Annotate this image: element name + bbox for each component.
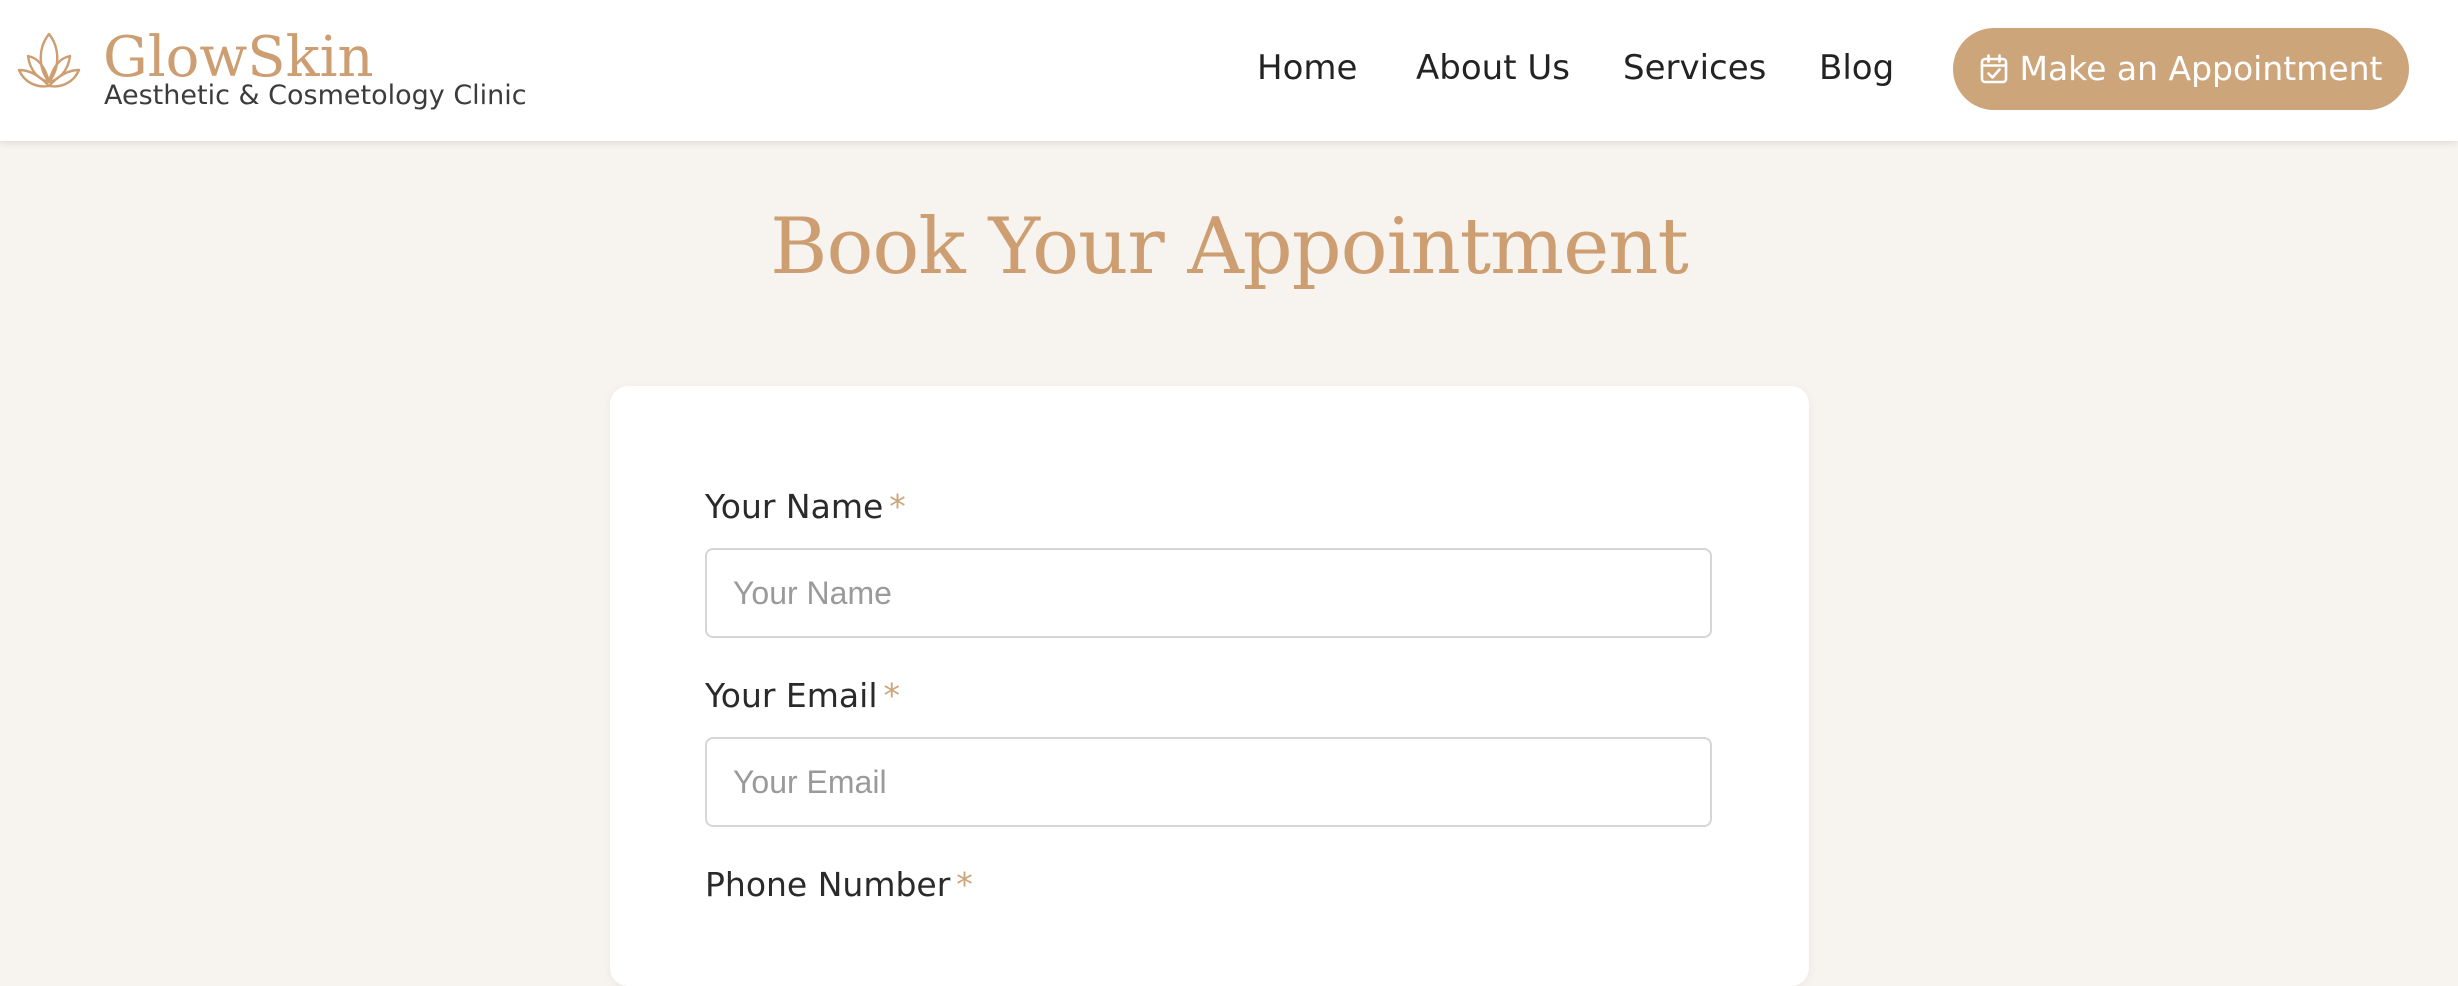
brand-tagline: Aesthetic & Cosmetology Clinic bbox=[104, 80, 527, 111]
email-input[interactable] bbox=[705, 737, 1712, 827]
nav-link-services[interactable]: Services bbox=[1623, 46, 1766, 90]
nav-link-about-us[interactable]: About Us bbox=[1416, 46, 1570, 90]
name-label-text: Your Name bbox=[705, 487, 884, 526]
phone-field-label: Phone Number * bbox=[705, 864, 973, 906]
page-title: Book Your Appointment bbox=[770, 202, 1689, 292]
email-label-text: Your Email bbox=[705, 676, 878, 715]
required-marker: * bbox=[956, 865, 973, 904]
required-marker: * bbox=[889, 487, 906, 526]
lotus-icon bbox=[17, 32, 81, 88]
nav-link-blog[interactable]: Blog bbox=[1819, 46, 1894, 90]
name-input[interactable] bbox=[705, 548, 1712, 638]
appointment-form: Your Name* Your Email* Phone Number* bbox=[610, 386, 1809, 986]
email-field-label: Your Email * bbox=[705, 675, 900, 717]
calendar-check-icon bbox=[1981, 54, 2008, 84]
required-marker: * bbox=[883, 676, 901, 715]
name-field-label: Your Name * bbox=[705, 486, 906, 528]
site-header: GlowSkin Aesthetic & Cosmetology Clinic … bbox=[0, 0, 2458, 141]
phone-label-text: Phone Number bbox=[705, 865, 951, 904]
nav-link-home[interactable]: Home bbox=[1257, 46, 1357, 90]
make-appointment-label: Make an Appointment bbox=[2019, 49, 2383, 88]
make-appointment-button[interactable]: Make an Appointment bbox=[1953, 28, 2409, 110]
